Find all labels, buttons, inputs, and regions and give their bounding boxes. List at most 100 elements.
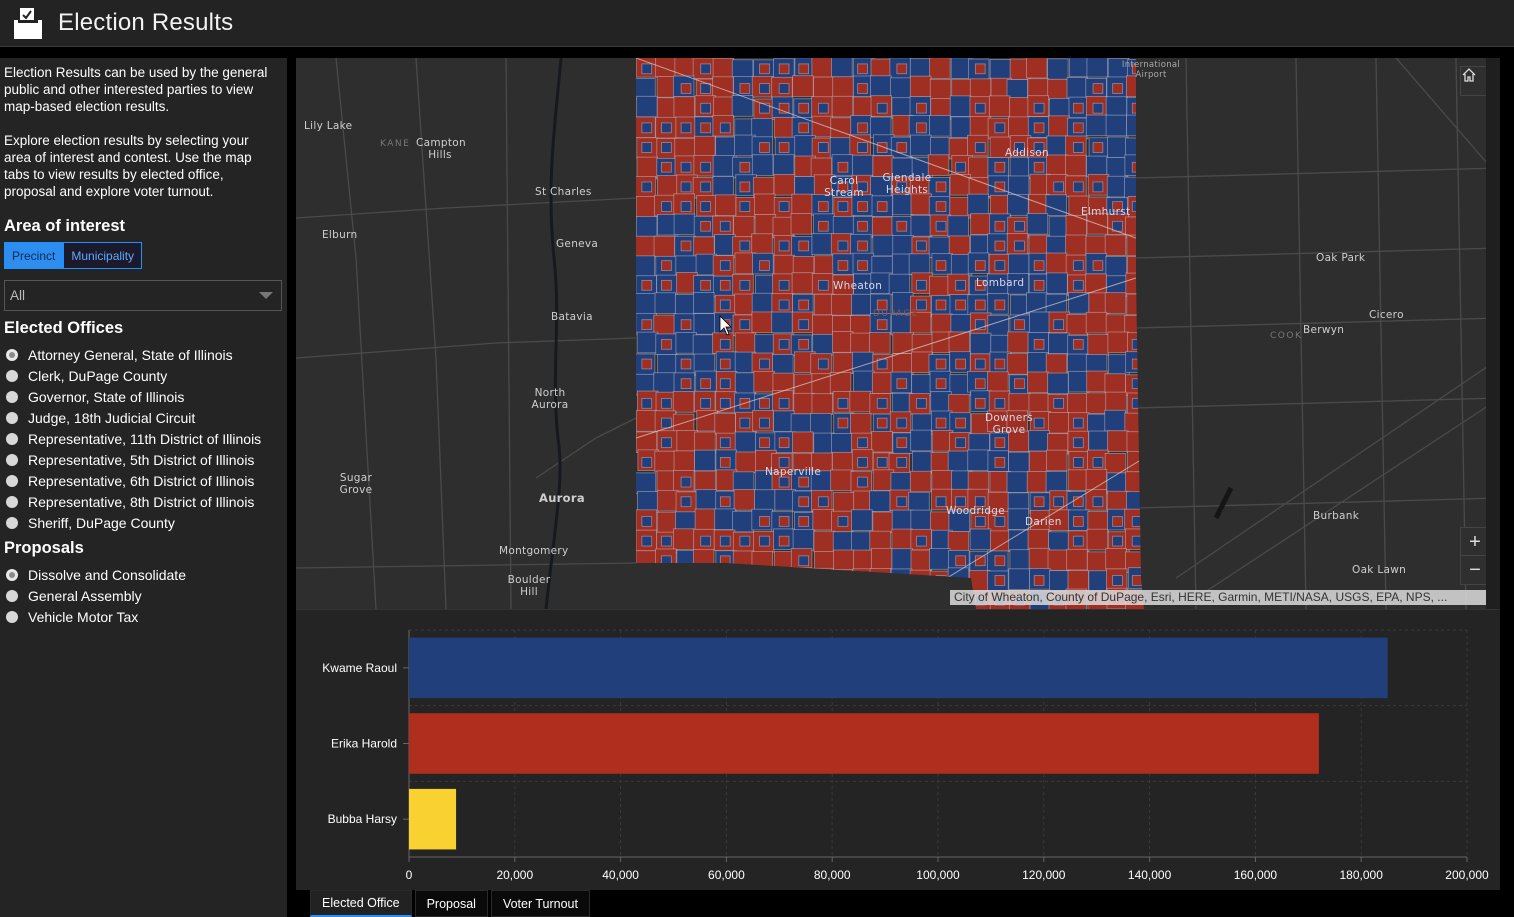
precinct[interactable] <box>680 378 692 389</box>
precinct[interactable] <box>1092 83 1104 94</box>
precinct[interactable] <box>830 294 853 316</box>
precinct[interactable] <box>935 299 947 311</box>
precinct[interactable] <box>994 161 1006 173</box>
precinct[interactable] <box>1112 535 1123 547</box>
precinct[interactable] <box>974 102 986 114</box>
precinct[interactable] <box>870 547 893 570</box>
precinct[interactable] <box>734 372 757 394</box>
proposal-option[interactable]: Dissolve and Consolidate <box>4 564 283 585</box>
precinct[interactable] <box>661 437 672 449</box>
precinct[interactable] <box>641 279 653 291</box>
precinct[interactable] <box>829 372 852 394</box>
precinct[interactable] <box>759 142 770 153</box>
precinct[interactable] <box>830 469 852 492</box>
precinct[interactable] <box>818 358 829 370</box>
precinct[interactable] <box>1046 154 1068 177</box>
precinct[interactable] <box>734 431 757 454</box>
precinct[interactable] <box>955 358 966 370</box>
precinct[interactable] <box>935 220 947 232</box>
precinct[interactable] <box>1105 256 1127 278</box>
precinct[interactable] <box>641 535 653 547</box>
precinct[interactable] <box>778 279 790 291</box>
precinct[interactable] <box>811 393 833 415</box>
precinct[interactable] <box>994 122 1006 134</box>
precinct[interactable] <box>1073 260 1084 271</box>
precinct[interactable] <box>910 193 933 215</box>
precinct[interactable] <box>1085 114 1108 137</box>
precinct-button[interactable]: Precinct <box>4 242 64 269</box>
precinct[interactable] <box>910 134 932 157</box>
precinct[interactable] <box>947 215 969 237</box>
precinct[interactable] <box>1033 339 1045 350</box>
precinct[interactable] <box>771 588 793 609</box>
precinct[interactable] <box>831 569 853 591</box>
precinct[interactable] <box>759 260 770 271</box>
precinct[interactable] <box>673 213 696 236</box>
precinct[interactable] <box>930 391 952 413</box>
precinct[interactable] <box>656 568 679 590</box>
precinct[interactable] <box>1047 549 1070 572</box>
precinct[interactable] <box>694 508 717 530</box>
precinct[interactable] <box>818 594 829 606</box>
precinct[interactable] <box>641 181 653 193</box>
precinct[interactable] <box>1112 83 1123 94</box>
precinct[interactable] <box>869 332 891 354</box>
precinct[interactable] <box>832 531 855 553</box>
precinct[interactable] <box>1092 142 1104 153</box>
precinct[interactable] <box>792 529 815 551</box>
precinct[interactable] <box>1105 391 1127 414</box>
precinct[interactable] <box>700 83 711 94</box>
precinct[interactable] <box>947 531 970 553</box>
precinct[interactable] <box>759 535 770 547</box>
radio-button[interactable] <box>6 348 18 361</box>
precinct[interactable] <box>732 550 755 573</box>
precinct[interactable] <box>812 567 835 590</box>
precinct[interactable] <box>1066 313 1088 336</box>
precinct[interactable] <box>955 555 966 567</box>
precinct[interactable] <box>837 575 849 586</box>
precinct[interactable] <box>831 95 854 118</box>
precinct[interactable] <box>719 457 731 468</box>
precinct[interactable] <box>896 63 908 75</box>
precinct[interactable] <box>700 398 711 409</box>
precinct[interactable] <box>1092 181 1104 193</box>
precinct[interactable] <box>754 334 776 356</box>
precinct[interactable] <box>674 293 697 316</box>
precinct[interactable] <box>967 193 989 216</box>
precinct[interactable] <box>715 136 737 159</box>
precinct[interactable] <box>896 378 908 389</box>
precinct[interactable] <box>778 142 790 153</box>
precinct[interactable] <box>680 122 692 134</box>
precinct[interactable] <box>754 214 777 236</box>
precinct[interactable] <box>712 155 735 177</box>
precinct[interactable] <box>857 437 868 449</box>
precinct[interactable] <box>1126 293 1148 316</box>
precinct[interactable] <box>712 569 735 592</box>
precinct[interactable] <box>869 490 891 512</box>
precinct[interactable] <box>790 413 813 435</box>
precinct[interactable] <box>692 568 715 590</box>
precinct[interactable] <box>896 457 908 468</box>
precinct[interactable] <box>636 331 659 354</box>
precinct[interactable] <box>773 254 795 277</box>
radio-button[interactable] <box>6 589 18 602</box>
precinct[interactable] <box>778 83 790 94</box>
precinct[interactable] <box>680 476 692 488</box>
precinct[interactable] <box>969 570 991 592</box>
precinct[interactable] <box>712 175 734 198</box>
precinct[interactable] <box>1068 370 1090 393</box>
precinct[interactable] <box>1086 528 1109 551</box>
office-option[interactable]: Judge, 18th Judicial Circuit <box>4 407 283 428</box>
precinct[interactable] <box>1026 213 1049 235</box>
precinct[interactable] <box>876 201 888 212</box>
precinct[interactable] <box>955 161 966 173</box>
office-option[interactable]: Representative, 11th District of Illinoi… <box>4 428 283 449</box>
precinct[interactable] <box>892 193 914 216</box>
precinct[interactable] <box>1049 570 1071 592</box>
precinct[interactable] <box>654 450 676 473</box>
precinct[interactable] <box>656 175 679 197</box>
precinct[interactable] <box>891 528 913 551</box>
office-option[interactable]: Sheriff, DuPage County <box>4 512 283 533</box>
precinct[interactable] <box>1008 451 1030 474</box>
precinct[interactable] <box>641 122 653 134</box>
